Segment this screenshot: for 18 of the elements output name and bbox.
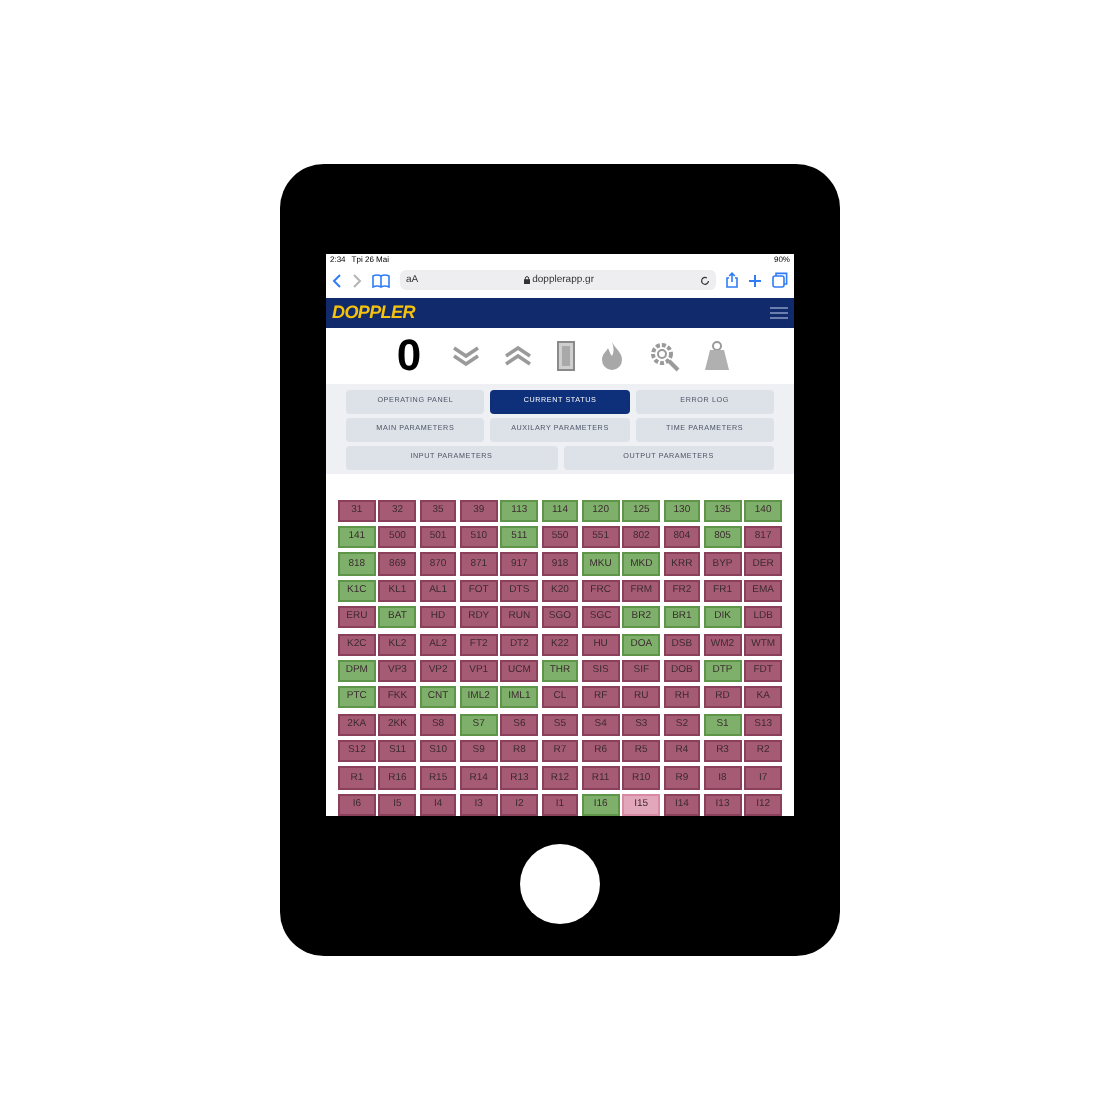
reload-icon[interactable] — [700, 275, 710, 286]
app-logo[interactable]: DOPPLER — [332, 304, 415, 323]
chevron-up-icon[interactable] — [503, 346, 531, 367]
tabs-icon[interactable] — [772, 272, 788, 289]
share-icon[interactable] — [726, 272, 738, 289]
chevron-down-icon[interactable] — [451, 346, 479, 367]
counter-value: 0 — [394, 334, 424, 379]
forward-icon[interactable] — [352, 273, 362, 288]
flame-icon[interactable] — [599, 340, 623, 373]
weight-icon[interactable] — [703, 340, 729, 373]
home-button[interactable] — [520, 844, 600, 924]
gear-search-icon[interactable] — [647, 340, 679, 373]
book-icon[interactable] — [372, 273, 390, 288]
back-icon[interactable] — [332, 273, 342, 288]
menu-icon[interactable] — [770, 306, 788, 321]
door-icon[interactable] — [555, 340, 575, 373]
lock-icon — [524, 276, 531, 285]
plus-icon[interactable] — [748, 273, 762, 288]
